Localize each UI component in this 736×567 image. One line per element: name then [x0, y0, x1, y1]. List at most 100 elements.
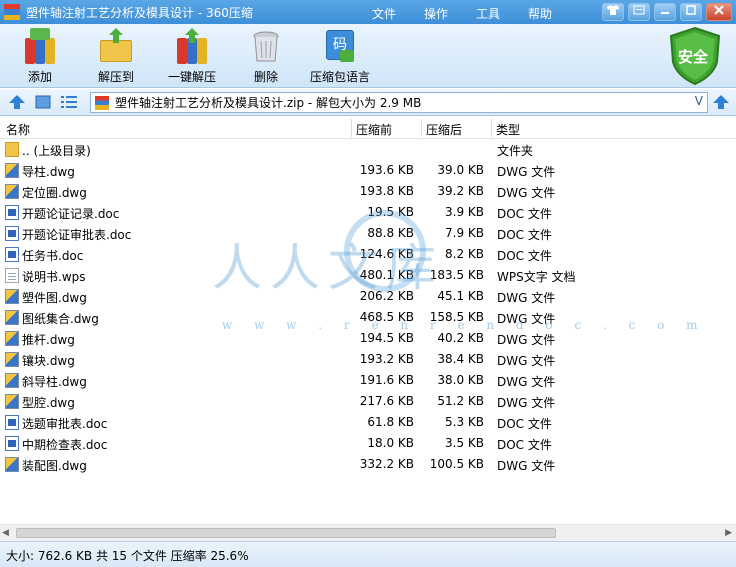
add-archive-icon [22, 28, 58, 64]
file-name: 斜导柱.dwg [22, 375, 87, 389]
file-type: DOC 文件 [497, 417, 552, 431]
file-row[interactable]: .. (上级目录) 文件夹 [0, 139, 736, 160]
path-field[interactable]: 塑件轴注射工艺分析及模具设计.zip - 解包大小为 2.9 MB V [90, 92, 708, 113]
archive-language-label: 压缩包语言 [309, 70, 370, 84]
column-name[interactable]: 名称 [6, 121, 30, 138]
file-name: 说明书.wps [22, 270, 86, 284]
file-type: DWG 文件 [497, 375, 556, 389]
file-row[interactable]: 装配图.dwg 332.2 KB 100.5 KB DWG 文件 [0, 454, 736, 475]
file-row[interactable]: 型腔.dwg 217.6 KB 51.2 KB DWG 文件 [0, 391, 736, 412]
list-view-icon[interactable] [60, 94, 78, 110]
menu-help[interactable]: 帮助 [528, 5, 552, 22]
maximize-button[interactable] [680, 3, 702, 21]
minimize-icon [661, 12, 669, 14]
delete-label: 删除 [253, 70, 278, 84]
file-list: .. (上级目录) 文件夹导柱.dwg 193.6 KB 39.0 KB DWG 文件定… [0, 139, 736, 524]
file-size: 19.5 KB [367, 205, 414, 219]
safe-label: 安全 [678, 48, 709, 66]
file-row[interactable]: 选题审批表.doc 61.8 KB 5.3 KB DOC 文件 [0, 412, 736, 433]
go-up-icon[interactable] [712, 94, 730, 110]
file-type: WPS文字 文档 [497, 270, 576, 284]
thumbnail-view-icon[interactable] [34, 94, 52, 110]
file-row[interactable]: 斜导柱.dwg 191.6 KB 38.0 KB DWG 文件 [0, 370, 736, 391]
file-type: DWG 文件 [497, 312, 556, 326]
file-compressed-size: 38.0 KB [437, 373, 484, 387]
delete-button[interactable]: 删除 [226, 28, 306, 85]
file-compressed-size: 5.3 KB [445, 415, 484, 429]
column-type[interactable]: 类型 [496, 121, 520, 138]
file-compressed-size: 51.2 KB [437, 394, 484, 408]
file-name: 型腔.dwg [22, 396, 75, 410]
dwg-file-icon [5, 373, 19, 388]
dwg-file-icon [5, 352, 19, 367]
archive-language-button[interactable]: 码 压缩包语言 [300, 28, 380, 85]
toolbar: 添加 解压到 一键解压 删除 码 压缩包语言 安全 [0, 24, 736, 88]
file-type: DWG 文件 [497, 333, 556, 347]
one-click-extract-icon [174, 28, 210, 64]
file-compressed-size: 8.2 KB [445, 247, 484, 261]
column-compressed[interactable]: 压缩后 [426, 121, 462, 138]
dwg-file-icon [5, 331, 19, 346]
file-row[interactable]: 塑件图.dwg 206.2 KB 45.1 KB DWG 文件 [0, 286, 736, 307]
file-name: .. (上级目录) [22, 144, 91, 158]
file-size: 61.8 KB [367, 415, 414, 429]
file-row[interactable]: 图纸集合.dwg 468.5 KB 158.5 KB DWG 文件 [0, 307, 736, 328]
file-row[interactable]: 导柱.dwg 193.6 KB 39.0 KB DWG 文件 [0, 160, 736, 181]
skin-button[interactable] [602, 3, 624, 21]
menu-file[interactable]: 文件 [372, 5, 396, 22]
file-size: 468.5 KB [359, 310, 414, 324]
horizontal-scrollbar[interactable]: ◀ ▶ [0, 524, 736, 541]
app-logo-icon [4, 4, 20, 20]
file-row[interactable]: 镶块.dwg 193.2 KB 38.4 KB DWG 文件 [0, 349, 736, 370]
file-type: DWG 文件 [497, 459, 556, 473]
one-click-extract-button[interactable]: 一键解压 [152, 28, 232, 85]
dwg-file-icon [5, 457, 19, 472]
minimize-button[interactable] [654, 3, 676, 21]
file-name: 镶块.dwg [22, 354, 75, 368]
scroll-right-icon[interactable]: ▶ [725, 528, 732, 538]
status-text: 大小: 762.6 KB 共 15 个文件 压缩率 25.6% [6, 549, 249, 563]
file-row[interactable]: 推杆.dwg 194.5 KB 40.2 KB DWG 文件 [0, 328, 736, 349]
doc-file-icon [5, 226, 19, 241]
scroll-thumb[interactable] [16, 528, 556, 538]
add-button[interactable]: 添加 [0, 28, 80, 85]
file-row[interactable]: 定位圈.dwg 193.8 KB 39.2 KB DWG 文件 [0, 181, 736, 202]
shirt-icon [607, 5, 619, 15]
file-compressed-size: 183.5 KB [429, 268, 484, 282]
file-size: 193.8 KB [359, 184, 414, 198]
up-level-icon[interactable] [8, 94, 26, 110]
scroll-left-icon[interactable]: ◀ [2, 528, 9, 538]
file-name: 中期检查表.doc [22, 438, 108, 452]
dwg-file-icon [5, 184, 19, 199]
menu-dropdown-button[interactable] [628, 3, 650, 21]
file-compressed-size: 39.0 KB [437, 163, 484, 177]
file-row[interactable]: 开题论证审批表.doc 88.8 KB 7.9 KB DOC 文件 [0, 223, 736, 244]
file-row[interactable]: 中期检查表.doc 18.0 KB 3.5 KB DOC 文件 [0, 433, 736, 454]
close-button[interactable] [706, 3, 732, 21]
file-row[interactable]: 说明书.wps 480.1 KB 183.5 KB WPS文字 文档 [0, 265, 736, 286]
file-compressed-size: 40.2 KB [437, 331, 484, 345]
menu-tools[interactable]: 工具 [476, 5, 500, 22]
file-name: 选题审批表.doc [22, 417, 108, 431]
file-size: 206.2 KB [359, 289, 414, 303]
maximize-icon [686, 5, 696, 15]
file-name: 任务书.doc [22, 249, 84, 263]
file-size: 193.2 KB [359, 352, 414, 366]
doc-file-icon [5, 247, 19, 262]
file-name: 推杆.dwg [22, 333, 75, 347]
path-dropdown-button[interactable]: V [695, 94, 703, 108]
file-row[interactable]: 任务书.doc 124.6 KB 8.2 KB DOC 文件 [0, 244, 736, 265]
file-size: 191.6 KB [359, 373, 414, 387]
security-shield-badge[interactable]: 安全 [668, 26, 722, 86]
column-size[interactable]: 压缩前 [356, 121, 392, 138]
dwg-file-icon [5, 289, 19, 304]
menu-operation[interactable]: 操作 [424, 5, 448, 22]
file-name: 定位圈.dwg [22, 186, 87, 200]
file-compressed-size: 100.5 KB [429, 457, 484, 471]
file-type: DWG 文件 [497, 186, 556, 200]
extract-to-button[interactable]: 解压到 [76, 28, 156, 85]
file-name: 图纸集合.dwg [22, 312, 99, 326]
archive-icon [95, 96, 109, 110]
file-type: 文件夹 [497, 144, 534, 158]
file-row[interactable]: 开题论证记录.doc 19.5 KB 3.9 KB DOC 文件 [0, 202, 736, 223]
